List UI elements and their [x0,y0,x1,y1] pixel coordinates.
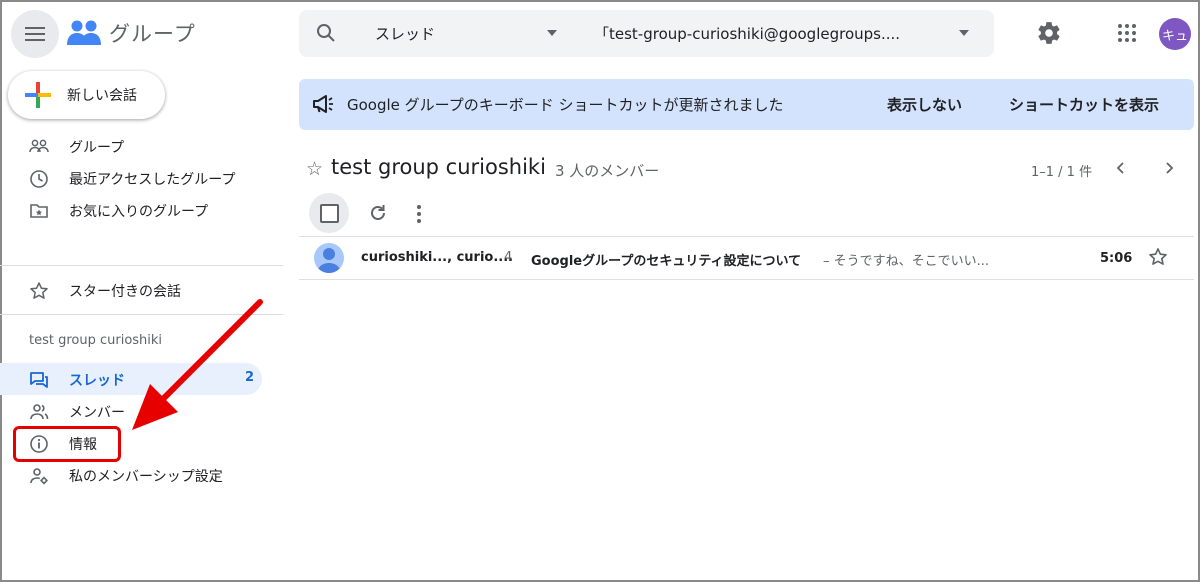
members-icon [30,404,49,420]
new-conversation-button[interactable]: 新しい会話 [8,71,165,119]
sidebar-item-membership-settings[interactable]: 私のメンバーシップ設定 [0,459,262,491]
clock-icon [30,170,48,188]
new-conversation-label: 新しい会話 [67,88,137,104]
groups-icon [29,139,49,153]
group-title: test group curioshiki [331,155,546,179]
group-favorite-star-icon[interactable]: ☆ [306,158,323,180]
avatar [314,243,344,273]
group-member-count[interactable]: 3 人のメンバー [555,160,659,181]
search-scope-select[interactable]: スレッド [375,23,435,44]
apps-grid-icon[interactable] [1117,23,1137,43]
thread-subject: Googleグループのセキュリティ設定について [531,254,802,269]
chevron-left-icon[interactable] [1113,160,1129,176]
sidebar-item-groups[interactable]: グループ [0,130,262,162]
hamburger-icon [25,27,45,41]
person-icon [317,248,341,273]
sidebar-item-favorites[interactable]: お気に入りのグループ [0,194,262,226]
member-settings-icon [30,468,48,485]
sidebar-item-label: 私のメンバーシップ設定 [69,469,223,485]
banner-dismiss-button[interactable]: 表示しない [887,94,962,115]
plus-icon [25,82,51,108]
thread-senders: curioshiki..., curio.... [361,250,514,265]
search-bar[interactable]: スレッド 「test-group-curioshiki@googlegroups… [299,10,994,57]
groups-logo-icon [67,20,101,45]
sidebar-item-label: グループ [69,140,125,156]
table-row[interactable]: curioshiki..., curio.... 4 Googleグループのセキ… [299,236,1194,280]
refresh-icon[interactable] [368,203,388,223]
app-title: グループ [109,22,196,46]
banner-message: Google グループのキーボード ショートカットが更新されました [347,96,784,114]
thread-message-count: 4 [504,250,513,265]
pagination-text: 1–1 / 1 件 [1031,165,1093,180]
thread-snippet: – そうですね、そこでいい... [823,254,990,269]
main-menu-button[interactable] [11,10,59,58]
sidebar-item-recent[interactable]: 最近アクセスしたグループ [0,162,262,194]
sidebar-divider [0,265,283,266]
annotation-highlight-box [13,426,121,462]
settings-gear-icon[interactable] [1036,20,1062,46]
banner-show-shortcuts-button[interactable]: ショートカットを表示 [1009,94,1159,115]
dropdown-arrow-icon[interactable] [547,30,557,36]
chevron-right-icon[interactable] [1161,160,1177,176]
threads-icon [30,372,48,388]
account-avatar[interactable]: キュ [1159,18,1191,50]
more-vert-icon[interactable] [413,204,425,224]
checkbox-icon [319,203,339,223]
sidebar-item-label: スレッド [69,373,125,389]
shortcut-banner: Google グループのキーボード ショートカットが更新されました 表示しない … [299,79,1194,130]
star-icon [30,282,48,299]
announcement-icon [313,95,333,113]
search-group-select[interactable]: 「test-group-curioshiki@googlegroups.... [594,23,900,44]
star-icon[interactable] [1148,247,1168,267]
sidebar-item-label: メンバー [69,405,125,421]
sidebar-item-label: お気に入りのグループ [69,204,209,220]
thread-time: 5:06 [1100,251,1133,266]
sidebar-item-label: 最近アクセスしたグループ [69,172,236,188]
search-icon[interactable] [316,23,336,43]
favorite-folder-icon [30,204,48,218]
dropdown-arrow-icon[interactable] [959,30,969,36]
select-all-checkbox[interactable] [309,193,349,233]
annotation-arrow-icon [132,299,263,430]
app-logo[interactable]: グループ [67,18,196,48]
